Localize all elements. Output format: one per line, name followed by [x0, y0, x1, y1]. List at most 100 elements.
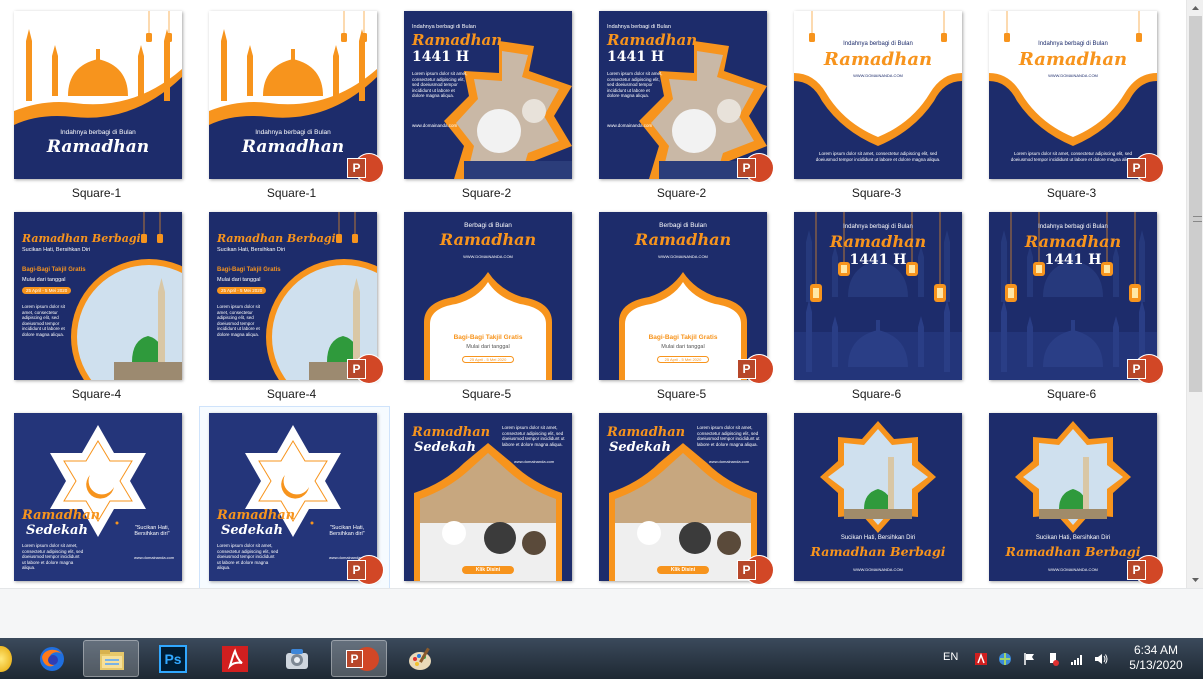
sedekah-title: Sedekah — [609, 440, 671, 455]
greeting-line: Indahnya berbagi di Bulan — [60, 129, 136, 136]
file-item[interactable]: Ramadhan Sedekah Lorem ipsum dolor sit ame… — [389, 413, 584, 588]
file-name-label: Square-4 — [266, 387, 317, 401]
ramadhan-title: Ramadhan — [829, 232, 927, 251]
file-thumbnail: Indahnya berbagi di Bulan Ramadhan 1441 H L… — [404, 11, 572, 179]
tagline: Sucikan Hati, Bersihkan Diri — [1035, 535, 1111, 541]
website-url: www.domainanda.com — [134, 555, 175, 560]
website-url: www.domainanda.com — [709, 459, 750, 464]
vertical-scrollbar[interactable] — [1186, 0, 1203, 588]
file-item[interactable]: Indahnya berbagi di Bulan Ramadhan 1441 H L… — [389, 11, 584, 206]
file-item[interactable]: Indahnya berbagi di Bulan Ramadhan P Square… — [194, 11, 389, 206]
action-center-flag-icon[interactable] — [1021, 651, 1037, 667]
ramadhan-title: Ramadhan — [22, 508, 101, 523]
file-name-label: Square-2 — [461, 186, 512, 200]
website-url: www.domainanda.com — [514, 459, 555, 464]
year-label: 1441 H — [1044, 252, 1102, 268]
ppt-badge-letter: P — [1127, 359, 1146, 379]
taskbar-acrobat-button[interactable] — [207, 640, 263, 677]
ramadhan-title: Ramadhan — [607, 31, 698, 49]
file-item[interactable]: Berbagi di Bulan Ramadhan WWW.DOMAINANDA.C… — [584, 212, 779, 407]
file-item[interactable]: Indahnya berbagi di Bulan Ramadhan WWW.DOM… — [779, 11, 974, 206]
file-name-label: Square-1 — [71, 186, 122, 200]
quote-text: "Sucikan Hati, Bersihkan diri" — [134, 525, 170, 537]
body-text: Lorem ipsum dolor sit amet, consectetur … — [217, 304, 261, 337]
website-url: WWW.DOMAINANDA.COM — [1048, 73, 1098, 78]
greeting-line: Indahnya berbagi di Bulan — [1038, 41, 1108, 47]
ppt-badge-letter: P — [737, 560, 756, 580]
taskbar-photoshop-button[interactable]: Ps — [145, 640, 201, 677]
body-text: Lorem ipsum dolor sit amet, consectetur … — [22, 543, 84, 570]
file-item[interactable]: Sucikan Hati, Bersihkan Diri Ramadhan Ber… — [779, 413, 974, 588]
greeting-line: Berbagi di Bulan — [464, 222, 512, 229]
website-url: www.domainanda.com — [607, 123, 653, 128]
year-label: 1441 H — [849, 252, 907, 268]
file-item[interactable]: Ramadhan Berbagi Sucikan Hati, Bersihkan … — [194, 212, 389, 407]
powerpoint-file-badge-icon: P — [737, 355, 773, 385]
volume-icon[interactable] — [1093, 651, 1109, 667]
taskbar-utility-button[interactable] — [269, 640, 325, 677]
file-thumbnail: Indahnya berbagi di Bulan Ramadhan 1441 H — [794, 212, 962, 380]
ppt-badge-letter: P — [1127, 158, 1146, 178]
event-title: Bagi-Bagi Takjil Gratis — [22, 267, 86, 273]
tagline: Sucikan Hati, Bersihkan Diri — [22, 247, 91, 253]
greeting-line: Indahnya berbagi di Bulan — [843, 41, 913, 47]
file-item[interactable]: Indahnya berbagi di Bulan Ramadhan Square-… — [0, 11, 194, 206]
file-item[interactable]: Ramadhan Sedekah "Sucikan Hati, Bersihkan … — [199, 406, 390, 588]
photoshop-icon: Ps — [159, 645, 187, 673]
scroll-thumb[interactable] — [1189, 16, 1202, 392]
acrobat-tray-icon[interactable] — [973, 651, 989, 667]
powerpoint-file-badge-icon: P — [737, 154, 773, 184]
ramadhan-title: Ramadhan — [1018, 49, 1128, 70]
cta-button: Klik Disini — [657, 566, 709, 574]
file-item[interactable]: Sucikan Hati, Bersihkan Diri Ramadhan Ber… — [974, 413, 1169, 588]
language-indicator[interactable]: EN — [943, 651, 958, 663]
scroll-up-arrow-icon[interactable] — [1187, 0, 1203, 14]
file-item[interactable]: Indahnya berbagi di Bulan Ramadhan 1441 H L… — [584, 11, 779, 206]
clock-date: 5/13/2020 — [1129, 658, 1183, 672]
ramadhan-title: Ramadhan Berbagi — [217, 232, 336, 245]
file-name-label: Square-6 — [1046, 387, 1097, 401]
file-thumbnail: Ramadhan Berbagi Sucikan Hati, Bersihkan … — [14, 212, 182, 380]
system-clock[interactable]: 6:34 AM 5/13/2020 — [1120, 643, 1192, 673]
taskbar-firefox-button[interactable] — [24, 640, 80, 677]
greeting-line: Indahnya berbagi di Bulan — [607, 24, 671, 30]
network-globe-icon[interactable] — [997, 651, 1013, 667]
year-label: 1441 H — [412, 49, 470, 65]
powerpoint-file-badge-icon: P — [737, 556, 773, 586]
signal-strength-icon[interactable] — [1069, 651, 1085, 667]
file-item[interactable]: Berbagi di Bulan Ramadhan WWW.DOMAINANDA.C… — [389, 212, 584, 407]
year-label: 1441 H — [607, 49, 665, 65]
ramadhan-title: Ramadhan — [412, 31, 503, 49]
file-item[interactable]: Ramadhan Sedekah "Sucikan Hati, Bersihkan … — [0, 413, 194, 588]
taskbar: Ps P EN 6:34 AM 5/13/2020 — [0, 638, 1203, 679]
file-item[interactable]: Indahnya berbagi di Bulan Ramadhan WWW.DOM… — [974, 11, 1169, 206]
file-item[interactable]: Indahnya berbagi di Bulan Ramadhan 1441 H P… — [974, 212, 1169, 407]
file-thumbnail: Berbagi di Bulan Ramadhan WWW.DOMAINANDA.C… — [404, 212, 572, 380]
taskbar-file-explorer-button[interactable] — [83, 640, 139, 677]
body-text: Lorem ipsum dolor sit amet, consectetur … — [22, 304, 66, 337]
file-item[interactable]: Ramadhan Sedekah Lorem ipsum dolor sit ame… — [584, 413, 779, 588]
start-orb-icon[interactable] — [0, 646, 12, 672]
event-title: Bagi-Bagi Takjil Gratis — [648, 334, 718, 341]
scroll-down-arrow-icon[interactable] — [1187, 572, 1203, 586]
file-name-label: Square-3 — [851, 186, 902, 200]
date-pill: 25 April - 5 Mei 2020 — [22, 287, 72, 294]
paint-palette-icon — [409, 647, 431, 670]
greeting-line: Indahnya berbagi di Bulan — [843, 224, 913, 230]
ramadhan-title: Ramadhan — [439, 230, 537, 249]
file-name-label: Square-3 — [1046, 186, 1097, 200]
file-item[interactable]: Ramadhan Berbagi Sucikan Hati, Bersihkan … — [0, 212, 194, 407]
date-pill: 25 April - 5 Mei 2020 — [217, 287, 267, 294]
website-url: WWW.DOMAINANDA.COM — [658, 254, 708, 259]
greeting-line: Indahnya berbagi di Bulan — [255, 129, 331, 136]
body-text: Lorem ipsum dolor sit amet, consectetur … — [815, 151, 941, 162]
date-pill: 25 April - 5 Mei 2020 — [462, 356, 514, 363]
taskbar-powerpoint-button[interactable]: P — [331, 640, 387, 677]
file-item[interactable]: Indahnya berbagi di Bulan Ramadhan 1441 H S… — [779, 212, 974, 407]
cta-button: Klik Disini — [462, 566, 514, 574]
taskbar-paint-button[interactable] — [393, 640, 449, 677]
ramadhan-title: Ramadhan — [46, 137, 150, 157]
safely-remove-icon[interactable] — [1045, 651, 1061, 667]
powerpoint-file-badge-icon: P — [1127, 154, 1163, 184]
ramadhan-title: Ramadhan Berbagi — [810, 544, 946, 559]
